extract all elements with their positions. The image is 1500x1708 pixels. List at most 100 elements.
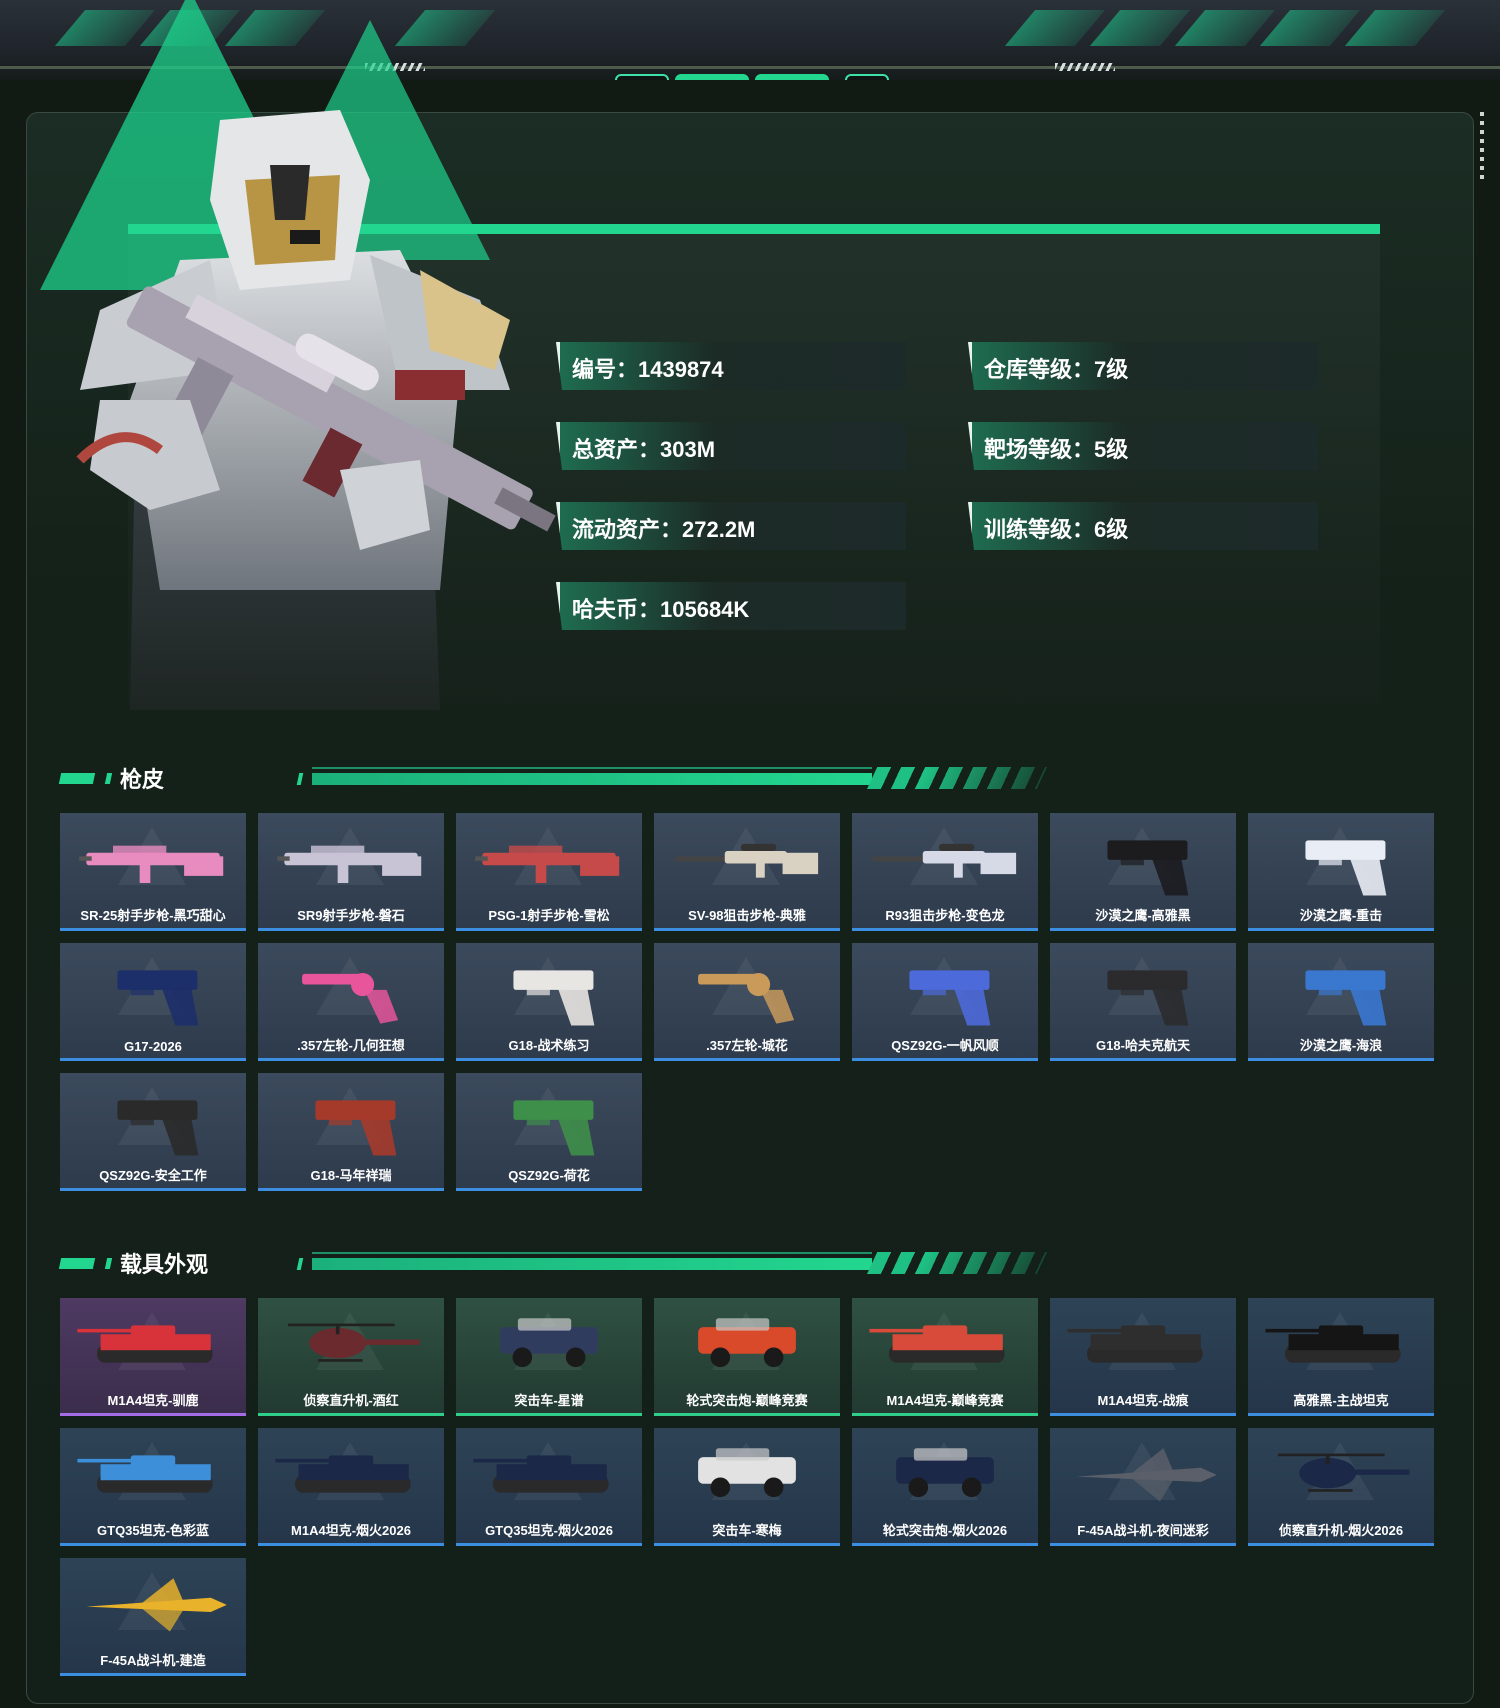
vehicle-skin-card[interactable]: 轮式突击炮-巅峰竞赛 <box>654 1298 840 1416</box>
gun-skin-label: G17-2026 <box>124 1039 182 1054</box>
vehicle-skin-card[interactable]: F-45A战斗机-夜间迷彩 <box>1050 1428 1236 1546</box>
gun-skin-label: G18-马年祥瑞 <box>310 1168 392 1183</box>
gun-skin-card[interactable]: SV-98狙击步枪-典雅 <box>654 813 840 931</box>
vehicle-skin-card[interactable]: 突击车-星谱 <box>456 1298 642 1416</box>
stat-training-level: 训练等级：6级 <box>968 502 1318 550</box>
weapon-icon <box>1107 840 1189 896</box>
vehicle-icon <box>473 1455 609 1493</box>
weapon-icon <box>1305 840 1387 896</box>
gun-skin-label: 沙漠之鹰-重击 <box>1299 908 1383 923</box>
gun-skin-card[interactable]: QSZ92G-荷花 <box>456 1073 642 1191</box>
vehicle-icon <box>77 1325 213 1363</box>
gun-skin-card[interactable]: SR9射手步枪-磐石 <box>258 813 444 931</box>
section-title: 载具外观 <box>120 1252 209 1277</box>
vehicle-skin-label: GTQ35坦克-色彩蓝 <box>97 1523 209 1538</box>
gun-skin-card[interactable]: QSZ92G-安全工作 <box>60 1073 246 1191</box>
weapon-icon <box>79 845 224 883</box>
gun-skin-card[interactable]: R93狙击步枪-变色龙 <box>852 813 1038 931</box>
stat-text: 编号：1439874 <box>572 357 724 382</box>
vehicle-skin-label: 侦察直升机-烟火2026 <box>1278 1523 1404 1538</box>
banner-indicator <box>845 74 889 80</box>
section-tick <box>296 773 304 785</box>
vehicle-skin-label: F-45A战斗机-夜间迷彩 <box>1077 1523 1209 1538</box>
weapon-icon <box>675 843 819 878</box>
stat-warehouse-level: 仓库等级：7级 <box>968 342 1318 390</box>
vehicle-skin-card[interactable]: M1A4坦克-驯鹿 <box>60 1298 246 1416</box>
gun-skin-card[interactable]: G18-马年祥瑞 <box>258 1073 444 1191</box>
vehicle-skin-label: 突击车-寒梅 <box>712 1523 782 1538</box>
vehicle-skin-label: 高雅黑-主战坦克 <box>1293 1393 1389 1408</box>
banner-stripe <box>1174 10 1276 46</box>
gun-skin-card[interactable]: 沙漠之鹰-高雅黑 <box>1050 813 1236 931</box>
section-line <box>312 1252 872 1254</box>
vehicle-skin-card[interactable]: 轮式突击炮-烟火2026 <box>852 1428 1038 1546</box>
gun-skin-label: QSZ92G-一帆风顺 <box>891 1038 999 1053</box>
gun-skin-label: QSZ92G-安全工作 <box>99 1168 207 1183</box>
gun-skin-card[interactable]: SR-25射手步枪-黑巧甜心 <box>60 813 246 931</box>
gun-skin-card[interactable]: 沙漠之鹰-海浪 <box>1248 943 1434 1061</box>
section-line <box>312 773 872 785</box>
section-checker <box>866 1252 1048 1274</box>
weapon-icon <box>475 845 620 883</box>
vehicle-icon <box>698 1318 796 1368</box>
stat-havoc-coins: 哈夫币：105684K <box>556 582 906 630</box>
section-marker <box>104 773 113 784</box>
vehicle-icon <box>287 1323 420 1362</box>
weapon-icon <box>277 845 422 883</box>
gun-skin-card[interactable]: .357左轮-城花 <box>654 943 840 1061</box>
vehicle-skin-label: F-45A战斗机-建造 <box>100 1653 206 1668</box>
gun-skin-card[interactable]: 沙漠之鹰-重击 <box>1248 813 1434 931</box>
gun-skin-card[interactable]: G17-2026 <box>60 943 246 1061</box>
gun-skin-label: SV-98狙击步枪-典雅 <box>688 908 806 923</box>
gun-skin-card[interactable]: QSZ92G-一帆风顺 <box>852 943 1038 1061</box>
gun-skin-label: G18-哈夫克航天 <box>1096 1038 1190 1053</box>
vehicle-icon <box>77 1455 213 1493</box>
banner-indicator <box>615 74 669 80</box>
section-title: 枪皮 <box>120 767 165 792</box>
vehicle-icon <box>896 1448 994 1498</box>
gun-skin-card[interactable]: PSG-1射手步枪-雪松 <box>456 813 642 931</box>
gun-skin-card[interactable]: G18-战术练习 <box>456 943 642 1061</box>
vehicle-skin-card[interactable]: 高雅黑-主战坦克 <box>1248 1298 1434 1416</box>
stat-text: 流动资产：272.2M <box>572 517 756 542</box>
section-line <box>312 1258 872 1270</box>
vehicle-icon <box>1067 1325 1203 1363</box>
vehicle-skin-card[interactable]: 侦察直升机-烟火2026 <box>1248 1428 1434 1546</box>
vehicle-skin-card[interactable]: M1A4坦克-战痕 <box>1050 1298 1236 1416</box>
vehicle-icon <box>1277 1453 1410 1492</box>
vehicle-skin-label: M1A4坦克-驯鹿 <box>107 1393 199 1408</box>
vehicle-skin-card[interactable]: GTQ35坦克-色彩蓝 <box>60 1428 246 1546</box>
section-checker <box>866 767 1048 789</box>
scroll-indicator[interactable] <box>1480 112 1484 184</box>
banner-indicator-active <box>675 74 749 80</box>
vehicle-skin-label: M1A4坦克-烟火2026 <box>291 1523 411 1538</box>
vehicle-skin-card[interactable]: GTQ35坦克-烟火2026 <box>456 1428 642 1546</box>
gun-skin-label: 沙漠之鹰-高雅黑 <box>1095 908 1191 923</box>
weapon-icon <box>513 1100 595 1156</box>
banner-stripe <box>1004 10 1106 46</box>
gun-skin-card[interactable]: G18-哈夫克航天 <box>1050 943 1236 1061</box>
vehicle-skin-card[interactable]: M1A4坦克-巅峰竞赛 <box>852 1298 1038 1416</box>
operator-portrait <box>76 110 556 710</box>
banner-stripe <box>1259 10 1361 46</box>
section-header-gun-skins: 枪皮 <box>58 757 1060 797</box>
weapon-icon <box>1107 970 1189 1026</box>
gun-skin-label: R93狙击步枪-变色龙 <box>885 908 1005 923</box>
vehicle-skin-label: 轮式突击炮-巅峰竞赛 <box>686 1393 808 1408</box>
vehicle-icon <box>698 1448 796 1498</box>
weapon-icon <box>873 843 1017 878</box>
vehicle-skin-label: GTQ35坦克-烟火2026 <box>485 1523 613 1538</box>
vehicle-icon <box>500 1318 598 1368</box>
vehicle-icon <box>275 1455 411 1493</box>
weapon-icon <box>698 973 795 1024</box>
vehicle-skin-label: 侦察直升机-酒红 <box>303 1393 399 1408</box>
gun-skin-label: QSZ92G-荷花 <box>508 1168 590 1183</box>
section-marker <box>58 1258 96 1269</box>
vehicle-skin-card[interactable]: M1A4坦克-烟火2026 <box>258 1428 444 1546</box>
stat-liquid-assets: 流动资产：272.2M <box>556 502 906 550</box>
vehicle-skin-card[interactable]: 突击车-寒梅 <box>654 1428 840 1546</box>
vehicle-skin-card[interactable]: 侦察直升机-酒红 <box>258 1298 444 1416</box>
gun-skin-card[interactable]: .357左轮-几何狂想 <box>258 943 444 1061</box>
banner-indicator-active <box>755 74 829 80</box>
vehicle-skin-card[interactable]: F-45A战斗机-建造 <box>60 1558 246 1676</box>
